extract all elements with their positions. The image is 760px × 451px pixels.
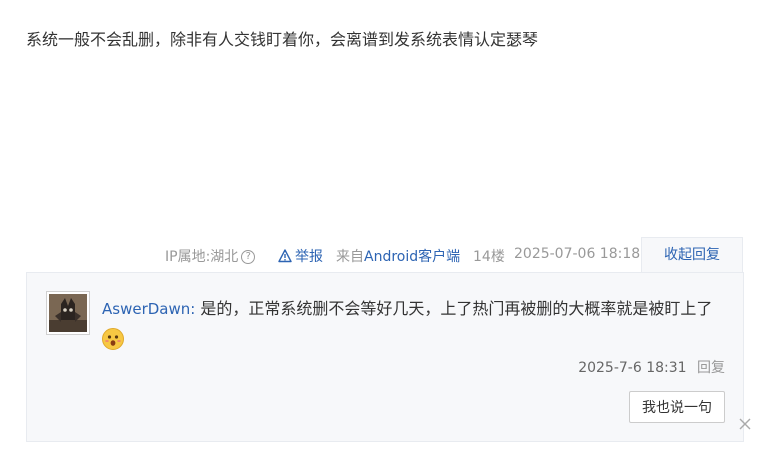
post-source: 来自Android客户端 bbox=[336, 246, 460, 266]
collapse-replies-button[interactable]: 收起回复 bbox=[641, 237, 743, 273]
client-link[interactable]: Android客户端 bbox=[364, 249, 460, 265]
floor-number: 14楼 bbox=[473, 249, 505, 265]
ip-location: IP属地:湖北? bbox=[165, 246, 256, 266]
avatar-image bbox=[49, 294, 87, 332]
surprised-face-icon bbox=[102, 328, 124, 350]
reply-time: 2025-7-6 18:31 bbox=[578, 360, 687, 376]
reply-content: AswerDawn: 是的，正常系统删不会等好几天，上了热门再被删的大概率就是被… bbox=[102, 293, 727, 357]
reply-text: 是的，正常系统删不会等好几天，上了热门再被删的大概率就是被盯上了 bbox=[200, 299, 713, 318]
ip-location-label: IP属地:湖北 bbox=[165, 249, 239, 265]
add-comment-button[interactable]: 我也说一句 bbox=[629, 391, 725, 423]
reply-link[interactable]: 回复 bbox=[697, 360, 725, 376]
post-datetime: 2025-07-06 18:18 bbox=[514, 246, 641, 262]
help-circle-icon[interactable]: ? bbox=[241, 250, 256, 264]
warning-triangle-icon bbox=[278, 249, 292, 263]
report-label: 举报 bbox=[295, 249, 323, 265]
avatar-picture-icon bbox=[49, 294, 87, 332]
reply-author-link[interactable]: AswerDawn: bbox=[102, 300, 195, 318]
close-icon[interactable] bbox=[738, 417, 752, 431]
reply-meta: 2025-7-6 18:31 回复 bbox=[578, 357, 725, 377]
post-content: 系统一般不会乱删，除非有人交钱盯着你，会离谱到发系统表情认定瑟琴 bbox=[26, 30, 539, 49]
reply-section: AswerDawn: 是的，正常系统删不会等好几天，上了热门再被删的大概率就是被… bbox=[26, 272, 744, 442]
report-link[interactable]: 举报 bbox=[278, 246, 323, 266]
avatar[interactable] bbox=[46, 291, 90, 335]
source-prefix: 来自 bbox=[336, 249, 364, 265]
